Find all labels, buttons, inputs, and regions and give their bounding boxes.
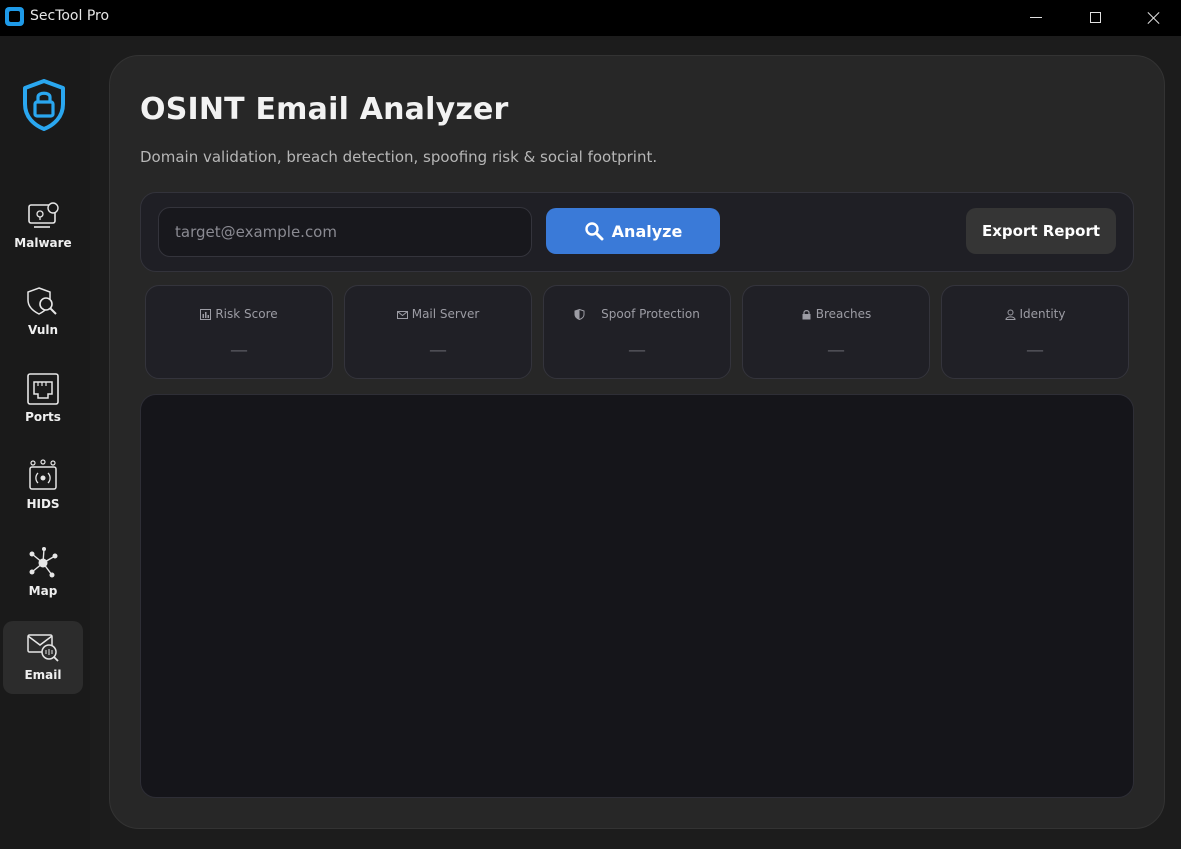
sidebar-item-vuln[interactable]: Vuln	[3, 276, 83, 349]
sidebar-item-map[interactable]: Map	[3, 537, 83, 610]
sidebar-item-malware[interactable]: Malware	[3, 189, 83, 262]
stat-label: Risk Score	[215, 307, 278, 321]
stat-value: —	[429, 340, 447, 361]
minimize-icon	[1030, 16, 1042, 18]
sidebar-item-label: HIDS	[26, 497, 60, 511]
lock-icon	[802, 309, 811, 319]
sidebar: Malware Vuln Ports HIDS Map Email	[0, 36, 90, 849]
stat-value: —	[827, 340, 845, 361]
app-logo-icon	[5, 7, 24, 26]
malware-icon	[28, 202, 59, 228]
stat-card-identity: Identity —	[941, 285, 1129, 379]
stat-label: Spoof Protection	[601, 307, 700, 321]
analyze-button[interactable]: Analyze	[546, 208, 720, 254]
sidebar-item-label: Vuln	[27, 323, 59, 337]
stat-value: —	[1026, 340, 1044, 361]
close-button[interactable]	[1124, 0, 1181, 34]
vuln-scan-icon	[27, 287, 57, 315]
window-title: SecTool Pro	[30, 8, 110, 24]
network-map-icon	[29, 547, 58, 578]
sidebar-item-label: Ports	[25, 410, 61, 424]
email-search-icon	[27, 634, 59, 662]
results-panel	[140, 394, 1134, 798]
stat-label: Identity	[1019, 307, 1066, 321]
sidebar-item-label: Map	[28, 584, 58, 598]
email-input[interactable]	[158, 207, 532, 257]
sidebar-item-label: Malware	[14, 236, 72, 250]
shield-icon	[574, 308, 585, 320]
page-subtitle: Domain validation, breach detection, spo…	[140, 148, 658, 166]
title-bar: SecTool Pro	[0, 0, 1181, 36]
minimize-button[interactable]	[1007, 0, 1065, 34]
hids-icon	[29, 459, 57, 490]
page-title: OSINT Email Analyzer	[140, 92, 509, 127]
stat-value: —	[628, 340, 646, 361]
ethernet-port-icon	[27, 373, 59, 405]
stat-card-spoof-protection: Spoof Protection —	[543, 285, 731, 379]
stat-value: —	[230, 340, 248, 361]
stat-card-risk-score: Risk Score —	[145, 285, 333, 379]
stat-label: Breaches	[815, 307, 872, 321]
stat-card-mail-server: Mail Server —	[344, 285, 532, 379]
maximize-icon	[1089, 11, 1101, 23]
sidebar-item-hids[interactable]: HIDS	[3, 450, 83, 523]
stat-card-breaches: Breaches —	[742, 285, 930, 379]
shield-lock-icon	[23, 79, 65, 131]
chart-icon	[200, 308, 212, 320]
sidebar-item-email[interactable]: Email	[3, 621, 83, 694]
export-report-button[interactable]: Export Report	[966, 208, 1116, 254]
envelope-icon	[396, 310, 408, 319]
person-icon	[1004, 309, 1016, 320]
stat-label: Mail Server	[411, 307, 480, 321]
maximize-button[interactable]	[1066, 0, 1124, 34]
sidebar-item-ports[interactable]: Ports	[3, 363, 83, 436]
close-icon	[1147, 11, 1160, 24]
search-icon	[584, 222, 604, 241]
analyze-button-label: Analyze	[611, 221, 683, 241]
sidebar-item-label: Email	[24, 668, 62, 682]
